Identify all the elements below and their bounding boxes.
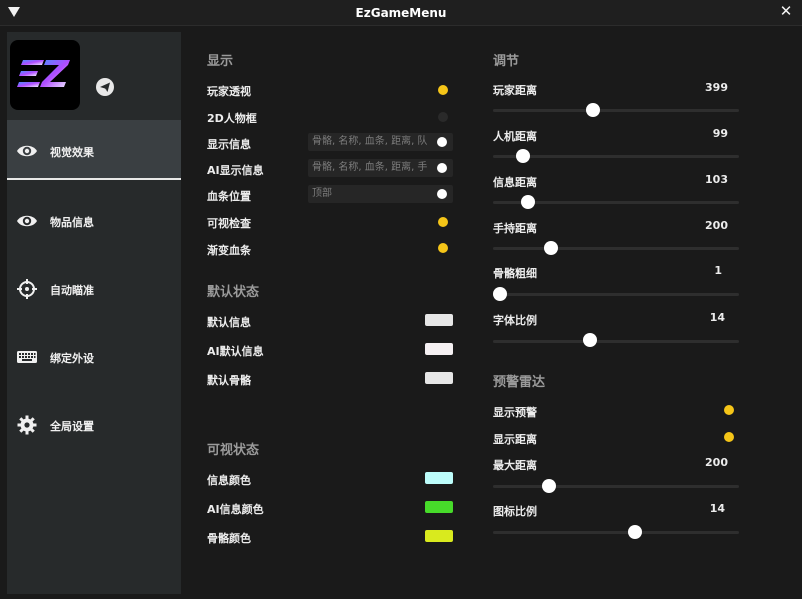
icon-scale-slider-handle[interactable] [627,525,642,539]
section-title-adjust: 调节 [493,54,520,69]
sidebar-item-label: 自动瞄准 [50,284,94,297]
bot-distance-slider-handle[interactable] [516,149,531,163]
show-info-value: 骨骼, 名称, 血条, 距离, 队 [312,136,428,147]
visibility-check-label: 可视检查 [207,217,251,230]
bone-color-label: 骨骼颜色 [207,532,251,545]
bot-distance-value: 99 [712,127,728,140]
player-esp-toggle[interactable] [438,85,448,95]
gear-icon [16,414,38,436]
box-2d-label: 2D人物框 [207,112,257,125]
show-info-knob[interactable] [437,137,447,147]
show-warning-label: 显示预警 [493,406,537,419]
ai-show-info-label: AI显示信息 [207,164,264,177]
sidebar-item-auto-aim[interactable]: 自动瞄准 [7,258,181,318]
sidebar: 视觉效果 物品信息 自动瞄准 绑定外设 全局设置 [7,32,181,594]
ai-default-info-label: AI默认信息 [207,345,264,358]
bot-distance-label: 人机距离 [493,130,537,143]
info-color-swatch[interactable] [425,472,453,484]
keyboard-icon [16,346,38,368]
show-distance-toggle[interactable] [724,432,734,442]
eye-icon [16,140,38,162]
icon-scale-track[interactable] [493,531,739,534]
ai-show-info-value: 骨骼, 名称, 血条, 距离, 手 [312,162,428,173]
default-bone-color-swatch[interactable] [425,372,453,384]
ai-default-info-color-swatch[interactable] [425,343,453,355]
show-warning-toggle[interactable] [724,405,734,415]
sidebar-item-visual-effects[interactable]: 视觉效果 [7,120,181,180]
sidebar-item-label: 物品信息 [50,216,94,229]
font-scale-label: 字体比例 [493,314,537,327]
health-bar-position-value: 顶部 [312,188,332,199]
sidebar-item-global-settings[interactable]: 全局设置 [7,394,181,454]
info-distance-value: 103 [705,173,728,186]
box-2d-toggle[interactable] [438,112,448,122]
held-distance-track[interactable] [493,247,739,250]
sidebar-item-item-info[interactable]: 物品信息 [7,190,181,250]
ai-info-color-label: AI信息颜色 [207,503,264,516]
section-title-display: 显示 [207,54,234,69]
sidebar-item-label: 视觉效果 [50,146,94,159]
bone-thickness-slider-handle[interactable] [493,287,507,301]
icon-scale-label: 图标比例 [493,505,537,518]
info-distance-label: 信息距离 [493,176,537,189]
held-distance-label: 手持距离 [493,222,537,235]
font-scale-slider-handle[interactable] [583,333,598,347]
window-title: EzGameMenu [355,6,447,20]
ai-show-info-select[interactable]: 骨骼, 名称, 血条, 距离, 手 [308,159,453,177]
section-title-visible-state: 可视状态 [207,443,260,458]
sidebar-item-label: 绑定外设 [50,352,94,365]
show-distance-label: 显示距离 [493,433,537,446]
bone-color-swatch[interactable] [425,530,453,542]
telegram-icon[interactable] [95,77,115,97]
title-bar: EzGameMenu ✕ [0,0,802,26]
info-color-label: 信息颜色 [207,474,251,487]
max-distance-label: 最大距离 [493,459,537,472]
max-distance-value: 200 [705,456,728,469]
max-distance-track[interactable] [493,485,739,488]
sidebar-item-label: 全局设置 [50,420,94,433]
health-bar-position-knob[interactable] [437,189,447,199]
default-info-color-swatch[interactable] [425,314,453,326]
bone-thickness-value: 1 [714,264,722,277]
sidebar-item-bind-peripherals[interactable]: 绑定外设 [7,326,181,386]
section-title-radar: 预警雷达 [493,375,546,390]
player-distance-slider-handle[interactable] [585,103,600,117]
eye-icon [16,210,38,232]
held-distance-slider-handle[interactable] [544,241,559,255]
default-info-label: 默认信息 [207,316,251,329]
max-distance-slider-handle[interactable] [541,479,556,493]
bone-thickness-label: 骨骼粗细 [493,267,537,280]
gradient-health-label: 渐变血条 [207,244,251,257]
gradient-health-toggle[interactable] [438,243,448,253]
held-distance-value: 200 [705,219,728,232]
show-info-label: 显示信息 [207,138,251,151]
font-scale-track[interactable] [493,340,739,343]
show-info-select[interactable]: 骨骼, 名称, 血条, 距离, 队 [308,133,453,151]
player-distance-track[interactable] [493,109,739,112]
default-bone-label: 默认骨骼 [207,374,251,387]
player-distance-value: 399 [705,81,728,94]
crosshair-icon [16,278,38,300]
player-esp-label: 玩家透视 [207,85,251,98]
font-scale-value: 14 [709,311,725,324]
bone-thickness-track[interactable] [493,293,739,296]
visibility-check-toggle[interactable] [438,217,448,227]
health-bar-position-label: 血条位置 [207,190,251,203]
ai-info-color-swatch[interactable] [425,501,453,513]
icon-scale-value: 14 [709,502,725,515]
player-distance-label: 玩家距离 [493,84,537,97]
app-logo [10,40,80,110]
section-title-default-state: 默认状态 [207,285,260,300]
close-icon[interactable]: ✕ [779,4,793,19]
info-distance-slider-handle[interactable] [520,195,535,209]
ai-show-info-knob[interactable] [437,163,447,173]
health-bar-position-select[interactable]: 顶部 [308,185,453,203]
